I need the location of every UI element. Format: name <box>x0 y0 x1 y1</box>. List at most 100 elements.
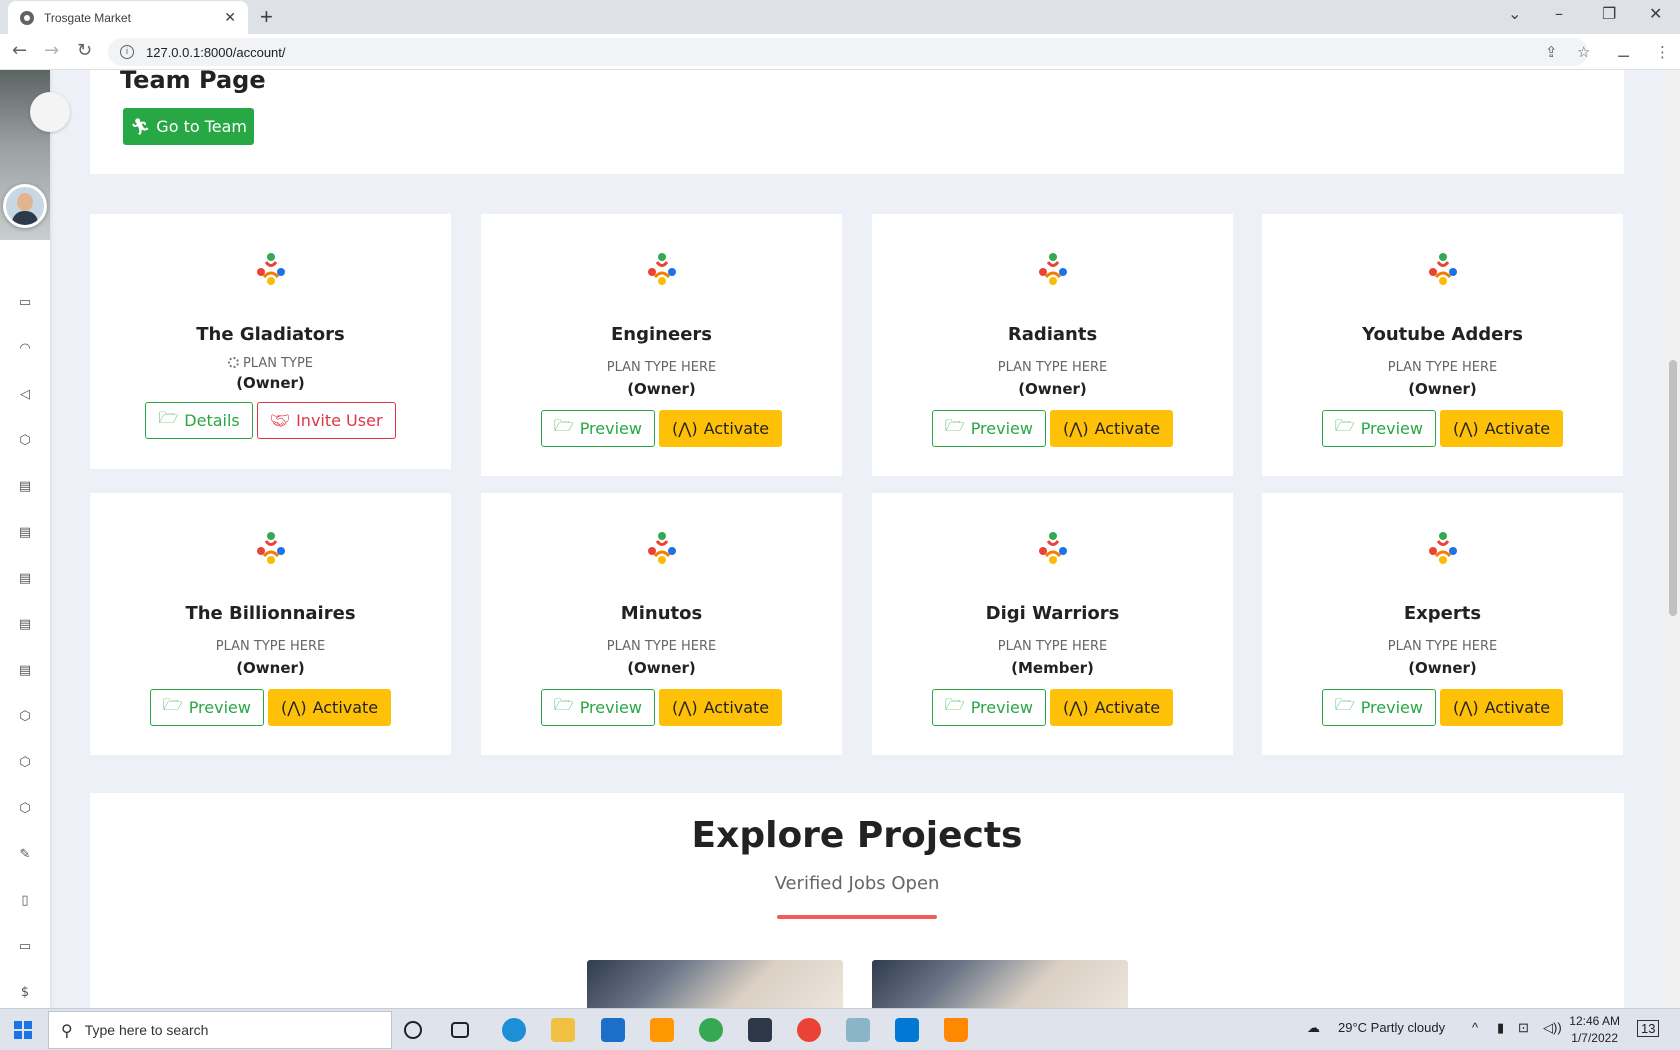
app-icon[interactable] <box>846 1018 870 1042</box>
box-icon[interactable]: ⬡ <box>17 434 33 448</box>
vscode-icon[interactable] <box>895 1018 919 1042</box>
briefcase-icon[interactable]: ▭ <box>17 296 33 310</box>
browser-tab[interactable]: Trosgate Market ✕ <box>8 1 248 34</box>
go-to-team-button[interactable]: 🏃︎ Go to Team <box>123 108 254 145</box>
box-icon[interactable]: ⬡ <box>17 802 33 816</box>
taskbar-search-field[interactable]: ⚲ Type here to search <box>48 1011 392 1049</box>
project-thumbnail[interactable] <box>872 960 1128 1008</box>
fire-icon: (⋀) <box>1452 698 1479 717</box>
secondary-action-label: Activate <box>1094 698 1161 717</box>
extension-icon[interactable]: ⚊ <box>1617 43 1630 61</box>
weather-text[interactable]: 29°C Partly cloudy <box>1338 1020 1445 1035</box>
clock-date: 1/7/2022 <box>1571 1031 1618 1045</box>
page-viewport: ▭ ◠ ◁ ⬡ ▤ ▤ ▤ ▤ ▤ ⬡ ⬡ ⬡ ✎ ▯ ▭ $ Team Pag… <box>0 70 1680 1008</box>
preview-button[interactable]: 🗁 Preview <box>931 689 1046 726</box>
details-button[interactable]: 🗁 Details <box>145 402 253 439</box>
url-field[interactable]: i 127.0.0.1:8000/account/ <box>108 38 1588 66</box>
sidebar-toggle-button[interactable] <box>30 92 70 132</box>
notification-count[interactable]: 13 <box>1637 1020 1660 1037</box>
explore-subtitle: Verified Jobs Open <box>774 873 940 894</box>
browser-tab-bar: Trosgate Market ✕ + ⌄ – ❐ ✕ <box>0 0 1680 34</box>
team-role: (Owner) <box>627 380 696 398</box>
book-icon[interactable]: ▤ <box>17 664 33 678</box>
invite-user-button[interactable]: 🤝︎ Invite User <box>256 402 396 439</box>
site-info-icon[interactable]: i <box>120 45 134 59</box>
avatar[interactable] <box>3 184 47 228</box>
team-name: Radiants <box>1007 324 1098 345</box>
activate-button[interactable]: (⋀) Activate <box>658 410 783 447</box>
share-icon[interactable]: ⇪ <box>1545 43 1558 61</box>
activate-button[interactable]: (⋀) Activate <box>1439 410 1564 447</box>
team-role: (Owner) <box>236 374 305 392</box>
cortana-icon[interactable] <box>404 1021 422 1039</box>
plan-type: PLAN TYPE <box>90 356 451 371</box>
secondary-action-label: Invite User <box>296 411 383 430</box>
close-window-icon[interactable]: ✕ <box>1649 4 1662 23</box>
folder-open-icon: 🗁 <box>158 408 179 427</box>
chevron-up-icon[interactable]: ^ <box>1472 1020 1478 1035</box>
box-icon[interactable]: ⬡ <box>17 710 33 724</box>
edge-icon[interactable] <box>502 1018 526 1042</box>
window-icon[interactable]: ▭ <box>17 940 33 954</box>
preview-button[interactable]: 🗁 Preview <box>1321 689 1436 726</box>
team-actions: 🗁 Preview (⋀) Activate <box>90 689 451 726</box>
weather-icon[interactable]: ☁ <box>1307 1020 1320 1036</box>
folder-open-icon: 🗁 <box>1334 416 1355 435</box>
app-icon[interactable] <box>748 1018 772 1042</box>
team-logo-icon <box>252 529 290 567</box>
activate-button[interactable]: (⋀) Activate <box>1049 410 1174 447</box>
book-icon[interactable]: ▤ <box>17 572 33 586</box>
windows-start-icon[interactable] <box>14 1021 32 1039</box>
book-icon[interactable]: ▤ <box>17 618 33 632</box>
scrollbar-thumb[interactable] <box>1669 360 1677 616</box>
bookmark-star-icon[interactable]: ☆ <box>1577 43 1590 61</box>
taskbar: ⚲ Type here to search ☁ 29°C Partly clou… <box>0 1008 1680 1050</box>
preview-button[interactable]: 🗁 Preview <box>540 410 655 447</box>
activate-button[interactable]: (⋀) Activate <box>267 689 392 726</box>
volume-icon[interactable]: ◁)) <box>1543 1020 1562 1036</box>
dollar-icon[interactable]: $ <box>17 986 33 1000</box>
dashboard-icon[interactable]: ◠ <box>17 342 33 356</box>
chrome-profile-icon[interactable] <box>797 1018 821 1042</box>
chrome-icon[interactable] <box>699 1018 723 1042</box>
team-actions: 🗁 Preview (⋀) Activate <box>1262 689 1623 726</box>
battery-icon[interactable]: ▮ <box>1497 1020 1504 1036</box>
preview-button[interactable]: 🗁 Preview <box>540 689 655 726</box>
book-icon[interactable]: ▤ <box>17 526 33 540</box>
activate-button[interactable]: (⋀) Activate <box>1049 689 1174 726</box>
team-card: Digi Warriors PLAN TYPE HERE (Member) 🗁 Prev… <box>872 493 1233 755</box>
back-icon[interactable]: ← <box>12 40 27 61</box>
sublime-text-icon[interactable] <box>650 1018 674 1042</box>
megaphone-icon[interactable]: ◁ <box>17 388 33 402</box>
edit-icon[interactable]: ✎ <box>17 848 33 862</box>
minimize-icon[interactable]: – <box>1555 4 1563 23</box>
restore-icon[interactable]: ❐ <box>1602 4 1616 23</box>
taskbar-search-placeholder: Type here to search <box>84 1022 209 1038</box>
file-icon[interactable]: ▯ <box>17 894 33 908</box>
preview-button[interactable]: 🗁 Preview <box>931 410 1046 447</box>
activate-button[interactable]: (⋀) Activate <box>658 689 783 726</box>
close-tab-icon[interactable]: ✕ <box>224 10 236 26</box>
tab-search-icon[interactable]: ⌄ <box>1508 4 1521 23</box>
system-clock[interactable]: 12:46 AM 1/7/2022 <box>1569 1013 1620 1047</box>
forward-icon[interactable]: → <box>44 40 59 61</box>
file-explorer-icon[interactable] <box>551 1018 575 1042</box>
reload-icon[interactable]: ↻ <box>77 40 92 61</box>
box-icon[interactable]: ⬡ <box>17 756 33 770</box>
team-card: Youtube Adders PLAN TYPE HERE (Owner) 🗁 Prev… <box>1262 214 1623 476</box>
preview-button[interactable]: 🗁 Preview <box>1321 410 1436 447</box>
new-tab-button[interactable]: + <box>260 4 273 30</box>
preview-button[interactable]: 🗁 Preview <box>149 689 264 726</box>
task-view-icon[interactable] <box>451 1022 469 1038</box>
project-thumbnail[interactable] <box>587 960 843 1008</box>
book-icon[interactable]: ▤ <box>17 480 33 494</box>
browser-menu-icon[interactable]: ⋮ <box>1655 43 1670 61</box>
plan-type: PLAN TYPE HERE <box>872 639 1233 654</box>
network-icon[interactable]: ⊡ <box>1518 1020 1529 1036</box>
team-name: Engineers <box>611 324 712 345</box>
page-scrollbar[interactable] <box>1666 70 1680 1008</box>
team-card: Experts PLAN TYPE HERE (Owner) 🗁 Preview (⋀) A… <box>1262 493 1623 755</box>
activate-button[interactable]: (⋀) Activate <box>1439 689 1564 726</box>
mail-icon[interactable] <box>601 1018 625 1042</box>
vlc-icon[interactable] <box>944 1018 968 1042</box>
